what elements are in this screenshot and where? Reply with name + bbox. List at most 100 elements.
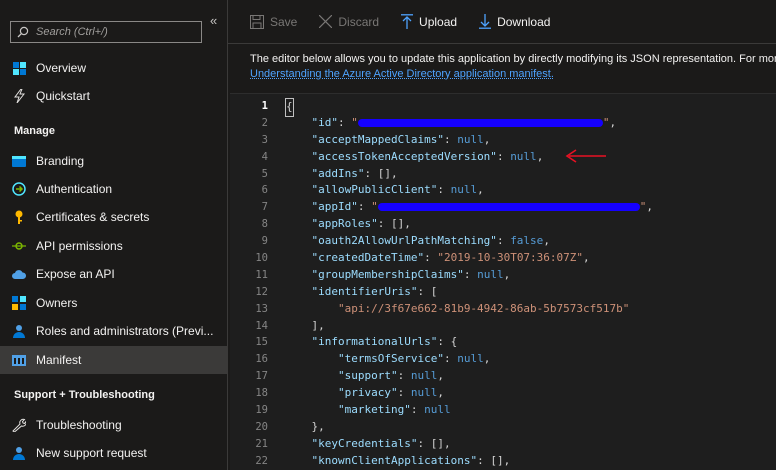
discard-label: Discard [338, 14, 380, 29]
annotation-arrow-icon [565, 149, 606, 163]
line-number: 17 [255, 370, 268, 383]
description-text: The editor below allows you to update th… [250, 53, 776, 65]
sidebar-item-troubleshooting[interactable]: Troubleshooting [0, 411, 227, 439]
json-value: false [510, 234, 544, 248]
line-number: 14 [255, 319, 268, 332]
sidebar-item-manifest[interactable]: Manifest [0, 346, 227, 374]
sidebar-item-label: Manifest [36, 353, 82, 367]
json-value: null [477, 267, 504, 281]
code-line: "appRoles": [], [311, 217, 411, 231]
sidebar-item-quickstart[interactable]: Quickstart [0, 82, 227, 110]
line-number: 19 [255, 404, 268, 417]
code-line: "accessTokenAcceptedVersion": null, [311, 149, 544, 163]
line-number: 6 [261, 184, 268, 197]
sidebar-item-owners[interactable]: Owners [0, 289, 227, 317]
support-heading: Support + Troubleshooting [14, 389, 155, 401]
json-key: "allowPublicClient" [311, 183, 438, 197]
sidebar-item-label: Roles and administrators (Previ... [36, 324, 214, 338]
line-number: 22 [255, 454, 268, 467]
line-number: 1 [261, 100, 268, 112]
sidebar-item-api-permissions[interactable]: API permissions [0, 232, 227, 260]
collapse-sidebar-button[interactable]: « [210, 13, 217, 28]
json-key: "keyCredentials" [311, 436, 418, 450]
line-number: 2 [261, 116, 268, 129]
json-key: "acceptMappedClaims" [311, 132, 444, 146]
code-line: "oauth2AllowUrlPathMatching": false, [311, 234, 550, 248]
save-label: Save [270, 14, 298, 29]
code-line: "groupMembershipClaims": null, [311, 267, 511, 281]
code-line: }, [285, 419, 325, 433]
roles-icon [12, 324, 26, 338]
code-line: { [285, 98, 775, 117]
json-value: "api://3f67e662-81b9-4942-86ab-5b7573cf5… [337, 301, 630, 315]
code-line: "informationalUrls": { [311, 335, 458, 349]
sidebar-item-label: Quickstart [36, 89, 91, 103]
json-key: "termsOfService" [337, 352, 444, 366]
sidebar-item-authentication[interactable]: Authentication [0, 175, 227, 203]
code-line: "allowPublicClient": null, [311, 183, 484, 197]
json-value: null [450, 183, 478, 197]
line-number: 11 [255, 268, 268, 281]
sidebar-item-overview[interactable]: Overview [0, 54, 227, 82]
search-icon [17, 26, 29, 38]
branding-icon [12, 154, 26, 168]
manifest-docs-link[interactable]: Understanding the Azure Active Directory… [250, 67, 776, 82]
cloud-icon [12, 267, 26, 281]
search-input[interactable] [36, 26, 196, 38]
json-key: "informationalUrls" [311, 335, 438, 349]
sidebar-item-label: Authentication [36, 182, 113, 196]
line-number: 13 [255, 302, 268, 315]
code-line: "support": null, [337, 369, 444, 383]
code-line: "acceptMappedClaims": null, [311, 132, 491, 146]
json-key: "groupMembershipClaims" [311, 267, 464, 281]
line-number: 18 [255, 387, 268, 400]
save-button[interactable]: Save [250, 14, 298, 29]
sidebar-item-branding[interactable]: Branding [0, 147, 227, 175]
download-label: Download [497, 14, 551, 29]
code-line: "id": " ", [311, 115, 617, 129]
code-line: "appId": " ", [311, 200, 653, 214]
sidebar-item-label: New support request [36, 446, 147, 460]
sidebar-item-label: Branding [36, 154, 85, 168]
code-area[interactable]: { "id": " ", "acceptMappedClaims": null, … [285, 98, 775, 470]
sidebar-item-label: Troubleshooting [36, 418, 122, 432]
search-box[interactable] [10, 21, 202, 43]
wrench-icon [12, 418, 26, 432]
line-number: 7 [261, 201, 268, 214]
overview-icon [12, 61, 26, 75]
code-line: "privacy": null, [337, 386, 444, 400]
json-key: "oauth2AllowUrlPathMatching" [311, 234, 497, 248]
sidebar-item-label: Overview [36, 61, 87, 75]
json-key: "marketing" [337, 403, 411, 417]
json-key: "identifierUris" [311, 284, 418, 298]
upload-button[interactable]: Upload [401, 14, 457, 29]
upload-label: Upload [419, 14, 458, 29]
sidebar-item-label: Owners [36, 296, 78, 310]
sidebar-item-label: API permissions [36, 239, 123, 253]
line-number: 15 [255, 336, 268, 349]
line-number: 21 [255, 437, 268, 450]
sidebar-item-label: Expose an API [36, 267, 115, 281]
redaction-mark [357, 118, 603, 127]
code-line: "knownClientApplications": [], [311, 453, 511, 467]
code-line: "marketing": null [337, 403, 451, 417]
sidebar-item-expose-an-api[interactable]: Expose an API [0, 260, 227, 288]
line-number: 10 [255, 252, 268, 265]
json-value: null [457, 352, 484, 366]
api-permissions-icon [12, 239, 26, 253]
line-number: 16 [255, 353, 268, 366]
sidebar-item-roles-administrators[interactable]: Roles and administrators (Previ... [0, 317, 227, 345]
sidebar-item-certificates-secrets[interactable]: Certificates & secrets [0, 203, 227, 231]
code-line: "termsOfService": null, [337, 352, 491, 366]
json-key: "addIns" [311, 166, 365, 180]
manifest-icon [12, 353, 26, 367]
line-number: 8 [261, 218, 268, 231]
sidebar-item-new-support-request[interactable]: New support request [0, 439, 227, 467]
quickstart-icon [12, 89, 26, 103]
json-editor[interactable]: 1 2 3 4 5 6 7 8 9 10 11 12 13 14 15 16 1… [230, 93, 776, 470]
line-number: 3 [261, 133, 268, 146]
discard-button[interactable]: Discard [319, 15, 379, 29]
download-button[interactable]: Download [479, 14, 550, 29]
authentication-icon [12, 182, 26, 196]
save-icon [250, 14, 264, 29]
